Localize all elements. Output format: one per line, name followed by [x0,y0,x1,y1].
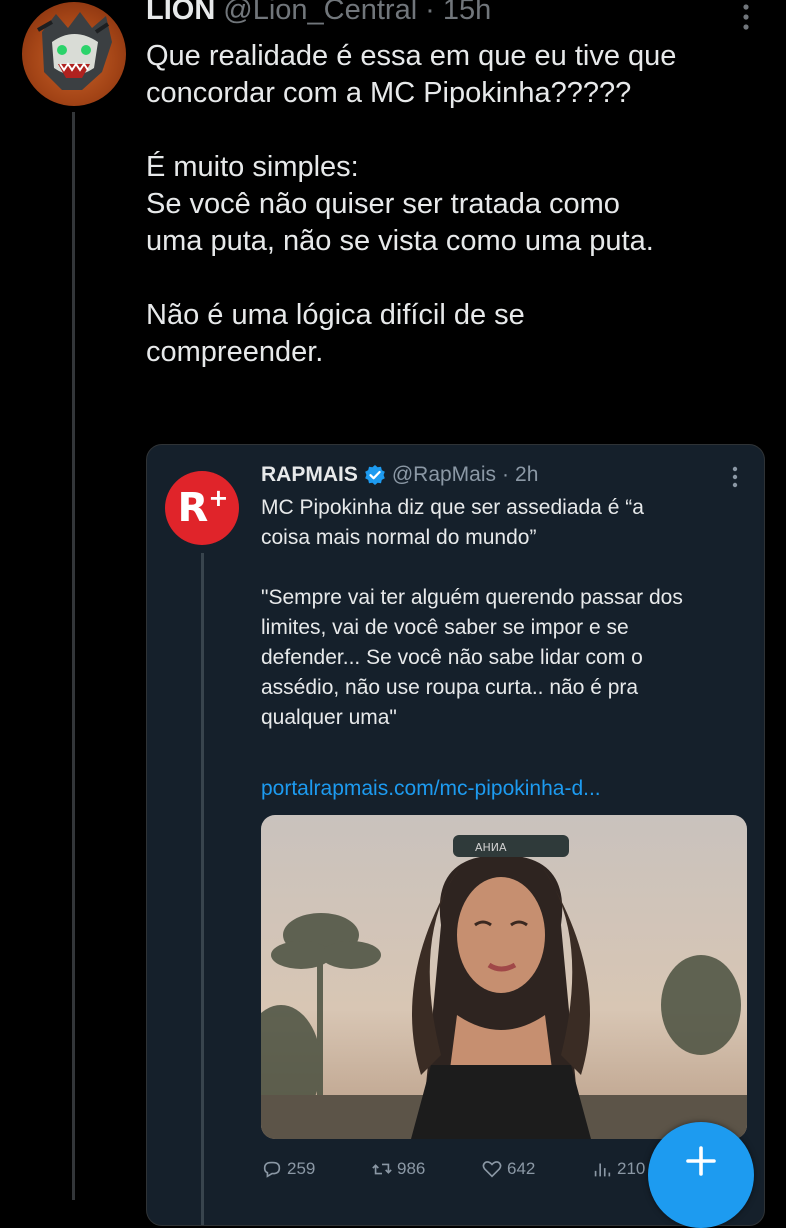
article-image[interactable]: AНИA [261,815,747,1139]
text-line: compreender. [146,336,324,368]
quote-line: assédio, não use roupa curta.. não é pra [261,676,639,699]
lion-avatar-icon[interactable] [22,2,126,106]
avatar-letter: R [177,485,209,531]
article-link[interactable]: portalrapmais.com/mc-pipokinha-d... [261,777,601,801]
quote-line: coisa mais normal do mundo” [261,526,537,549]
text-line: Que realidade é essa em que eu tive que [146,40,677,72]
reply-button[interactable]: 259 [261,1158,371,1180]
quote-line: limites, vai de você saber se impor e se [261,616,629,639]
text-line: Se você não quiser ser tratada como [146,188,620,220]
reply-icon [263,1161,281,1178]
reply-count: 259 [287,1159,316,1178]
quote-time[interactable]: 2h [515,463,538,487]
avatar-plus: + [208,484,228,512]
tweet-time[interactable]: 15h [443,0,491,27]
quote-line: defender... Se você não sabe lidar com o [261,646,643,669]
tweet-header: LION @Lion_Central · 15h [146,0,491,34]
author-name[interactable]: LION [146,0,215,27]
retweet-icon [372,1163,392,1175]
quote-author-name[interactable]: RAPMAIS [261,463,358,487]
text-line: concordar com a MC Pipokinha????? [146,77,632,109]
thread-line [72,112,75,1200]
rapmais-avatar[interactable]: R + [165,471,239,545]
header-separator: · [425,0,435,26]
like-button[interactable]: 642 [481,1158,591,1180]
quote-separator: · [502,463,510,486]
quote-line: qualquer uma" [261,706,397,729]
quote-author-handle[interactable]: @RapMais [392,463,496,487]
more-vertical-icon[interactable] [727,465,743,489]
quote-line: "Sempre vai ter alguém querendo passar d… [261,586,683,609]
plus-icon [686,1146,716,1176]
tweet-text: Que realidade é essa em que eu tive que … [146,38,776,371]
more-vertical-icon[interactable] [736,2,756,32]
text-line: É muito simples: [146,151,359,183]
heart-icon [482,1161,502,1178]
quote-header: RAPMAIS @RapMais · 2h [261,463,538,487]
text-line: uma puta, não se vista como uma puta. [146,225,654,257]
verified-badge-icon [365,465,385,485]
compose-button[interactable] [648,1122,754,1228]
sunglasses-text: AНИA [475,841,507,854]
quote-thread-line [201,553,204,1225]
views-button[interactable]: 210 [591,1158,651,1180]
quote-line: MC Pipokinha diz que ser assediada é “a [261,496,644,519]
tweet[interactable]: LION @Lion_Central · 15h Que realidade é… [0,0,786,1226]
retweet-button[interactable]: 986 [371,1158,481,1180]
retweet-count: 986 [397,1159,426,1178]
text-line: Não é uma lógica difícil de se [146,299,525,331]
author-handle[interactable]: @Lion_Central [223,0,417,27]
like-count: 642 [507,1159,536,1178]
quote-tweet-card[interactable]: R + RAPMAIS @RapMais · 2h MC Pipokinha di… [146,444,765,1226]
quote-text: MC Pipokinha diz que ser assediada é “a … [261,493,747,733]
analytics-icon [594,1163,611,1177]
views-count: 210 [617,1159,646,1178]
